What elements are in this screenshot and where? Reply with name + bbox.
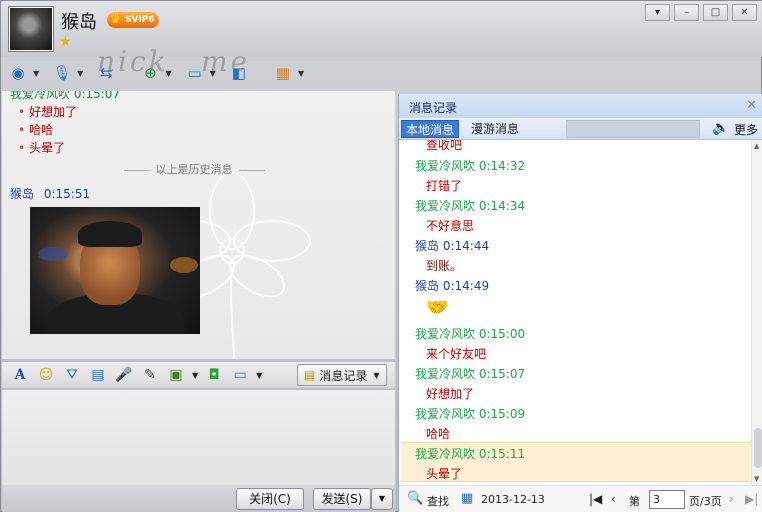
message-time: 0:15:51 xyxy=(43,187,91,201)
chevron-down-icon[interactable]: ▼ xyxy=(165,69,171,78)
prev-page-icon[interactable]: ‹ xyxy=(611,492,616,506)
chevron-down-icon: ▼ xyxy=(373,370,380,380)
history-search-field[interactable] xyxy=(566,120,700,138)
star-icon[interactable]: ★ xyxy=(59,34,72,50)
first-page-icon[interactable]: |◀ xyxy=(589,492,602,506)
history-message-sender: 我爱冷风吹 0:15:11 xyxy=(415,447,526,461)
more-button[interactable]: 更多 xyxy=(734,121,758,138)
send-options-button[interactable]: ▼ xyxy=(371,488,393,510)
message-record-icon: ▤ xyxy=(304,368,316,382)
message-input[interactable] xyxy=(2,390,395,485)
shake-icon[interactable]: ⛛ xyxy=(62,365,82,385)
scroll-up-icon[interactable]: ▲ xyxy=(754,142,759,150)
search-label[interactable]: 查找 xyxy=(427,493,449,509)
history-message-sender: 我爱冷风吹 0:15:07 xyxy=(415,367,526,381)
chevron-down-icon[interactable]: ▼ xyxy=(256,371,262,380)
font-icon[interactable]: A xyxy=(10,365,30,385)
message-header: 猴岛 0:15:51 xyxy=(10,185,90,202)
photo-light-right xyxy=(170,257,198,273)
image-icon[interactable]: ▣ xyxy=(166,365,186,385)
history-message-text: 哈哈 xyxy=(426,427,451,441)
shared-photo[interactable] xyxy=(30,207,200,334)
history-sender: 我爱冷风吹 0:15:07 xyxy=(10,91,121,101)
history-message-text: 来个好友吧 xyxy=(426,347,487,361)
history-message-sender: 猴岛 0:14:44 xyxy=(415,239,490,253)
history-message: 好想加了 xyxy=(18,103,77,120)
handshake-emoji-icon: 🤝 xyxy=(426,297,449,318)
history-scrollbar[interactable]: ▲ ▼ xyxy=(751,140,762,485)
contact-name[interactable]: 猴岛 xyxy=(61,8,97,34)
apps-icon[interactable]: ▦ xyxy=(272,62,294,84)
message-history-panel: 消息记录 ✕ 本地消息 漫游消息 🔈 更多 查收吧 我爱冷风吹 0:14:32 … xyxy=(398,94,762,512)
vip-badge[interactable]: SVIP6 xyxy=(107,11,159,28)
tab-roaming-messages[interactable]: 漫游消息 xyxy=(467,120,523,138)
close-icon[interactable]: ✕ xyxy=(746,98,757,113)
history-message-text: 打错了 xyxy=(426,179,463,193)
top-toolbar: ◉▼ 🎙▼ ⇆▼ ⊕▼ ▭▼ ◧▼ ▦▼ xyxy=(7,57,312,89)
chat-window: 猴岛 SVIP6 ★ ▾ – □ ✕ nick me ◉▼ 🎙▼ ⇆▼ ⊕▼ ▭… xyxy=(0,0,762,512)
remote-desktop-icon[interactable]: ▭ xyxy=(184,62,206,84)
speaker-icon[interactable]: 🔈 xyxy=(712,120,729,136)
history-tabs: 本地消息 漫游消息 🔈 更多 xyxy=(399,118,762,140)
calendar-icon[interactable]: ▦ xyxy=(461,491,473,506)
date-label[interactable]: 2013-12-13 xyxy=(481,493,545,506)
history-footer: 🔍 查找 ▦ 2013-12-13 |◀ ‹ 第 3 页/3页 › ▶| xyxy=(399,485,762,512)
history-message-sender: 我爱冷风吹 0:14:34 xyxy=(415,199,526,213)
maximize-button[interactable]: □ xyxy=(703,4,728,21)
message-record-label: 消息记录 xyxy=(319,368,368,383)
history-message-text: 好想加了 xyxy=(426,387,475,401)
history-message-sender: 我爱冷风吹 0:15:09 xyxy=(415,407,526,421)
history-divider: 以上是历史消息 xyxy=(104,161,284,177)
transfer-file-icon[interactable]: ⇆ xyxy=(95,62,117,84)
add-contact-icon[interactable]: ⊕ xyxy=(139,62,161,84)
history-message-text: 到账。 xyxy=(426,259,463,273)
message-sender: 猴岛 xyxy=(10,187,35,201)
minimize-button[interactable]: – xyxy=(674,4,699,21)
screen-icon[interactable]: ▭ xyxy=(230,365,250,385)
scroll-thumb[interactable] xyxy=(754,428,762,468)
tab-local-messages[interactable]: 本地消息 xyxy=(401,120,460,138)
video-icon[interactable]: ◉ xyxy=(7,62,29,84)
history-message-sender: 我爱冷风吹 0:14:32 xyxy=(415,159,526,173)
chevron-down-icon[interactable]: ▼ xyxy=(33,69,39,78)
last-page-icon[interactable]: ▶| xyxy=(745,492,758,506)
chat-history-area[interactable]: 我爱冷风吹 0:15:07 好想加了 哈哈 头晕了 以上是历史消息 猴岛 0:1… xyxy=(2,91,395,359)
history-message-sender: 猴岛 0:14:49 xyxy=(415,279,490,293)
window-controls: ▾ – □ ✕ xyxy=(645,4,757,21)
close-button[interactable]: 关闭(C) xyxy=(236,488,304,510)
search-icon[interactable]: 🔍 xyxy=(407,491,423,506)
message-record-button[interactable]: ▤ 消息记录 ▼ xyxy=(297,364,387,386)
share-screen-icon[interactable]: ◧ xyxy=(228,62,250,84)
contact-avatar[interactable] xyxy=(9,7,53,51)
screenshot-icon[interactable]: ▤ xyxy=(88,365,108,385)
scroll-down-icon[interactable]: ▼ xyxy=(754,475,759,483)
chevron-down-icon[interactable]: ▼ xyxy=(298,69,304,78)
close-window-button[interactable]: ✕ xyxy=(732,4,757,21)
history-message: 哈哈 xyxy=(18,121,53,138)
photo-figure-hair xyxy=(78,221,142,247)
next-page-icon[interactable]: › xyxy=(729,492,734,506)
page-suffix: 页/3页 xyxy=(689,495,722,508)
history-message-text: 头晕了 xyxy=(426,467,463,481)
voice-message-icon[interactable]: 🎤 xyxy=(114,365,134,385)
page-prefix: 第 xyxy=(629,495,640,508)
chevron-down-icon[interactable]: ▼ xyxy=(210,69,216,78)
pic-icon[interactable]: ◘ xyxy=(204,365,224,385)
note-icon[interactable]: ✎ xyxy=(140,365,160,385)
voice-icon[interactable]: 🎙 xyxy=(51,62,73,84)
history-message: 头晕了 xyxy=(18,139,65,156)
send-button[interactable]: 发送(S) xyxy=(313,488,371,510)
history-message-sender: 我爱冷风吹 0:15:00 xyxy=(415,327,526,341)
menu-button[interactable]: ▾ xyxy=(645,4,670,21)
page-number-input[interactable]: 3 xyxy=(649,490,685,509)
chevron-down-icon[interactable]: ▼ xyxy=(77,69,83,78)
history-panel-title: 消息记录 xyxy=(399,94,762,118)
chevron-down-icon[interactable]: ▼ xyxy=(192,371,198,380)
bottom-bar: 关闭(C) 发送(S) ▼ xyxy=(2,485,395,512)
photo-light-left xyxy=(38,247,68,261)
history-message-text: 不好意思 xyxy=(426,219,475,233)
history-message-text: 查收吧 xyxy=(426,140,463,152)
history-message-list[interactable]: 查收吧 我爱冷风吹 0:14:32 打错了 我爱冷风吹 0:14:34 不好意思… xyxy=(399,140,751,485)
emoji-icon[interactable]: ☺ xyxy=(36,365,56,385)
